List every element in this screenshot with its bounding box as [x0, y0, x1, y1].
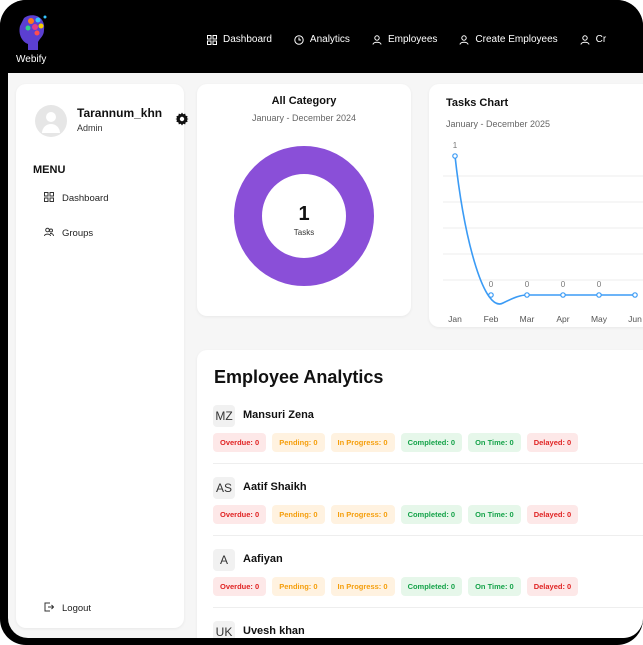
nav-employees[interactable]: Employees [372, 34, 437, 45]
employee-initials-avatar: AS [213, 477, 235, 499]
status-badge: On Time: 0 [468, 505, 521, 524]
data-label: 0 [489, 280, 494, 289]
nav-create-employees-label: Create Employees [475, 34, 558, 45]
status-badge: On Time: 0 [468, 577, 521, 596]
employee-initials-avatar: MZ [213, 405, 235, 427]
users-icon [44, 227, 54, 240]
employee-name: Aatif Shaikh [243, 481, 307, 493]
clock-icon [294, 34, 304, 45]
employee-name: Mansuri Zena [243, 409, 314, 421]
grid-icon [207, 34, 217, 45]
menu-title: MENU [33, 164, 66, 176]
logout-icon [44, 602, 55, 615]
status-badge: Overdue: 0 [213, 505, 267, 524]
employee-initials-avatar: UK [213, 621, 235, 638]
row-divider [213, 463, 643, 464]
data-point[interactable] [632, 292, 638, 298]
nav-analytics-label: Analytics [309, 34, 350, 45]
data-point[interactable] [560, 292, 566, 298]
data-label: 0 [561, 280, 566, 289]
sidebar-item-groups[interactable]: Groups [44, 227, 93, 240]
nav-analytics[interactable]: Analytics [294, 34, 350, 45]
status-badges: Overdue: 0 Pending: 0 In Progress: 0 Comple… [213, 505, 579, 524]
main-nav: Dashboard Analytics Employees Create Emp… [207, 34, 606, 45]
employee-name: Aafiyan [243, 553, 283, 565]
status-badge: Delayed: 0 [526, 505, 579, 524]
main-content: Tarannum_khn Admin MENU Dashboard Groups [8, 73, 643, 638]
logout-label: Logout [62, 603, 92, 614]
row-divider [213, 535, 643, 536]
x-tick-label: Jan [448, 314, 462, 324]
category-title: All Category [271, 95, 337, 107]
row-divider [213, 607, 643, 608]
status-badge: Delayed: 0 [526, 577, 579, 596]
status-badge: In Progress: 0 [330, 505, 395, 524]
nav-dashboard-label: Dashboard [223, 34, 272, 45]
status-badge: On Time: 0 [468, 433, 521, 452]
employee-analytics-title: Employee Analytics [214, 367, 384, 387]
sidebar-item-label: Groups [62, 228, 94, 239]
sidebar-item-dashboard[interactable]: Dashboard [44, 192, 108, 205]
logout-button[interactable]: Logout [44, 602, 91, 615]
nav-create-employees[interactable]: Create Employees [459, 34, 558, 45]
user-icon [459, 34, 469, 45]
status-badges: Overdue: 0 Pending: 0 In Progress: 0 Comple… [213, 577, 579, 596]
data-point[interactable] [596, 292, 602, 298]
nav-cr-label: Cr [595, 34, 607, 45]
x-tick-label: Apr [556, 314, 569, 324]
status-badge: Overdue: 0 [213, 433, 267, 452]
gear-icon[interactable] [175, 112, 189, 129]
x-tick-label: Jun [628, 314, 642, 324]
nav-dashboard[interactable]: Dashboard [207, 34, 272, 45]
donut-center-label: Tasks [293, 228, 315, 237]
app-name: Webify [16, 54, 47, 65]
user-role: Admin [77, 123, 103, 133]
employee-analytics-card: Employee Analytics MZ Mansuri Zena Overdue… [197, 350, 643, 638]
data-label: 1 [453, 141, 458, 150]
series-line [454, 155, 635, 305]
status-badge: Delayed: 0 [526, 433, 579, 452]
employee-initials-avatar: A [213, 549, 235, 571]
x-tick-label: May [591, 314, 608, 324]
status-badge: Pending: 0 [272, 577, 325, 596]
data-point[interactable] [452, 153, 458, 159]
user-icon [580, 34, 590, 45]
category-card: All Category January - December 2024 1 T… [197, 84, 411, 316]
status-badge: Completed: 0 [400, 577, 463, 596]
status-badge: Completed: 0 [400, 505, 463, 524]
status-badge: Completed: 0 [400, 433, 463, 452]
status-badges: Overdue: 0 Pending: 0 In Progress: 0 Comple… [213, 433, 579, 452]
data-label: 0 [525, 280, 530, 289]
data-label: 0 [597, 280, 602, 289]
nav-cr[interactable]: Cr [580, 34, 607, 45]
sidebar: Tarannum_khn Admin MENU Dashboard Groups [16, 84, 189, 628]
data-point[interactable] [488, 292, 494, 298]
user-icon [372, 34, 382, 45]
app-frame: Webify Dashboard Analytics Employees Cre… [0, 0, 643, 645]
username: Tarannum_khn [77, 106, 163, 120]
grid-icon [44, 192, 54, 205]
tasks-line-chart: 1 0 0 0 0 Jan Feb Mar Apr May Jun [443, 141, 643, 324]
data-point[interactable] [524, 292, 530, 298]
employee-name: Uvesh khan [243, 625, 305, 637]
x-tick-label: Mar [520, 314, 535, 324]
category-subtitle: January - December 2024 [251, 113, 357, 123]
status-badge: Pending: 0 [272, 433, 325, 452]
status-badge: In Progress: 0 [330, 577, 395, 596]
tasks-chart-card: Tasks Chart January - December 2025 1000… [429, 84, 643, 327]
status-badge: Overdue: 0 [213, 577, 267, 596]
status-badge: In Progress: 0 [330, 433, 395, 452]
sidebar-item-label: Dashboard [62, 193, 109, 204]
avatar[interactable] [35, 105, 67, 137]
donut-center-value: 1 [298, 203, 310, 225]
top-navbar: Webify Dashboard Analytics Employees Cre… [0, 0, 643, 73]
status-badge: Pending: 0 [272, 505, 325, 524]
x-tick-label: Feb [484, 314, 499, 324]
nav-employees-label: Employees [387, 34, 438, 45]
